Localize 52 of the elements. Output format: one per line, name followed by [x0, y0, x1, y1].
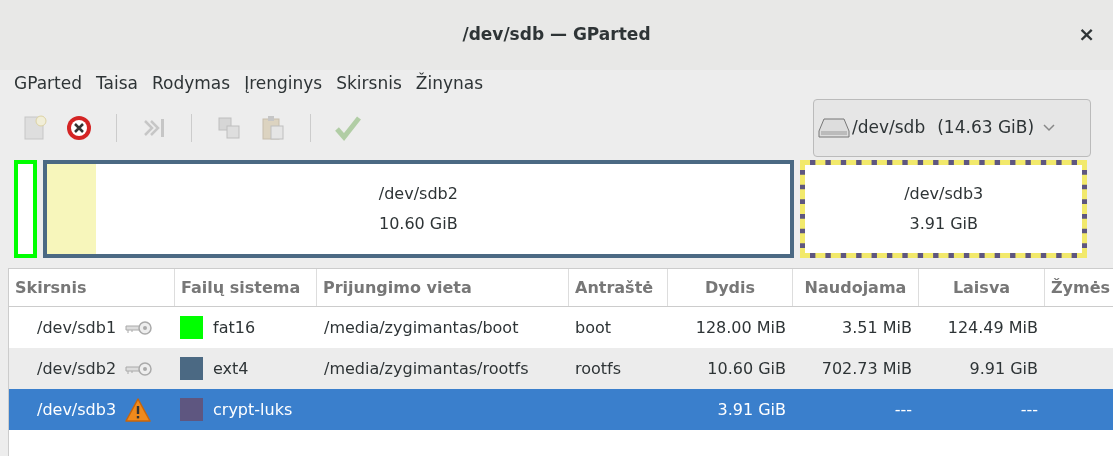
- key-icon: [124, 319, 153, 336]
- table-cell: /media/zygimantas/rootfs: [324, 358, 529, 378]
- table-cell-text: /dev/sdb3: [37, 398, 117, 421]
- table-row[interactable]: /dev/sdb3 crypt-luks 3.91 GiB --- ---: [9, 389, 1113, 430]
- device-selector[interactable]: /dev/sdb (14.63 GiB): [813, 99, 1091, 157]
- table-cell: 9.91 GiB: [969, 358, 1038, 378]
- table-cell: 124.49 MiB: [947, 317, 1038, 337]
- menu-item[interactable]: Žinynas: [411, 71, 488, 97]
- column-header[interactable]: Prijungimo vieta: [316, 269, 568, 306]
- partition-size: 10.60 GiB: [378, 213, 458, 235]
- column-header[interactable]: Dydis: [667, 269, 792, 306]
- table-cell: boot: [575, 317, 611, 337]
- menu-item[interactable]: GParted: [10, 71, 86, 97]
- table-cell: ---: [1020, 399, 1038, 419]
- column-header[interactable]: Laisva: [918, 269, 1044, 306]
- table-cell-text: fat16: [213, 316, 256, 339]
- chevron-down-icon: [1042, 123, 1057, 133]
- menu-item[interactable]: Įrenginys: [240, 71, 327, 97]
- device-name: /dev/sdb: [852, 116, 926, 140]
- table-cell-text: /dev/sdb2: [37, 357, 117, 380]
- menu-item[interactable]: Skirsnis: [332, 71, 406, 97]
- table-cell: /media/zygimantas/boot: [324, 317, 519, 337]
- partition-block[interactable]: /dev/sdb2 10.60 GiB: [42, 160, 794, 258]
- table-cell: rootfs: [575, 358, 622, 378]
- device-size: (14.63 GiB): [937, 116, 1035, 140]
- table-cell: 3.51 MiB: [842, 317, 912, 337]
- partition-name: /dev/sdb3: [904, 183, 984, 205]
- delete-icon[interactable]: [64, 113, 94, 143]
- window-title: /dev/sdb — GParted: [462, 23, 651, 47]
- table-cell-text: ext4: [213, 357, 249, 380]
- menu-item[interactable]: Rodymas: [148, 71, 235, 97]
- column-header[interactable]: Failų sistema: [174, 269, 316, 306]
- close-button[interactable]: ×: [1078, 24, 1095, 44]
- partition-block[interactable]: [14, 160, 37, 258]
- key-icon: [124, 360, 153, 377]
- table-cell: 3.91 GiB: [717, 399, 786, 419]
- column-header[interactable]: Žymės: [1044, 269, 1113, 306]
- table-cell: 702.73 MiB: [821, 358, 912, 378]
- menu-item[interactable]: Taisa: [92, 71, 142, 97]
- column-header[interactable]: Naudojama: [792, 269, 918, 306]
- partition-name: /dev/sdb2: [378, 183, 458, 205]
- column-header[interactable]: Skirsnis: [9, 269, 174, 306]
- warning-icon: [124, 396, 153, 423]
- table-cell: ---: [894, 399, 912, 419]
- table-row[interactable]: /dev/sdb2 ext4 /media/zygimantas/rootfs rootfs 10.60 GiB 702.73 MiB 9.91 GiB: [9, 348, 1113, 389]
- partition-block[interactable]: /dev/sdb3 3.91 GiB: [800, 160, 1088, 258]
- partition-size: 3.91 GiB: [909, 213, 978, 235]
- table-cell-text: /dev/sdb1: [37, 316, 117, 339]
- table-cell-text: crypt-luks: [213, 398, 293, 421]
- table-cell: 128.00 MiB: [695, 317, 786, 337]
- column-header[interactable]: Antraštė: [568, 269, 667, 306]
- table-cell: 10.60 GiB: [707, 358, 786, 378]
